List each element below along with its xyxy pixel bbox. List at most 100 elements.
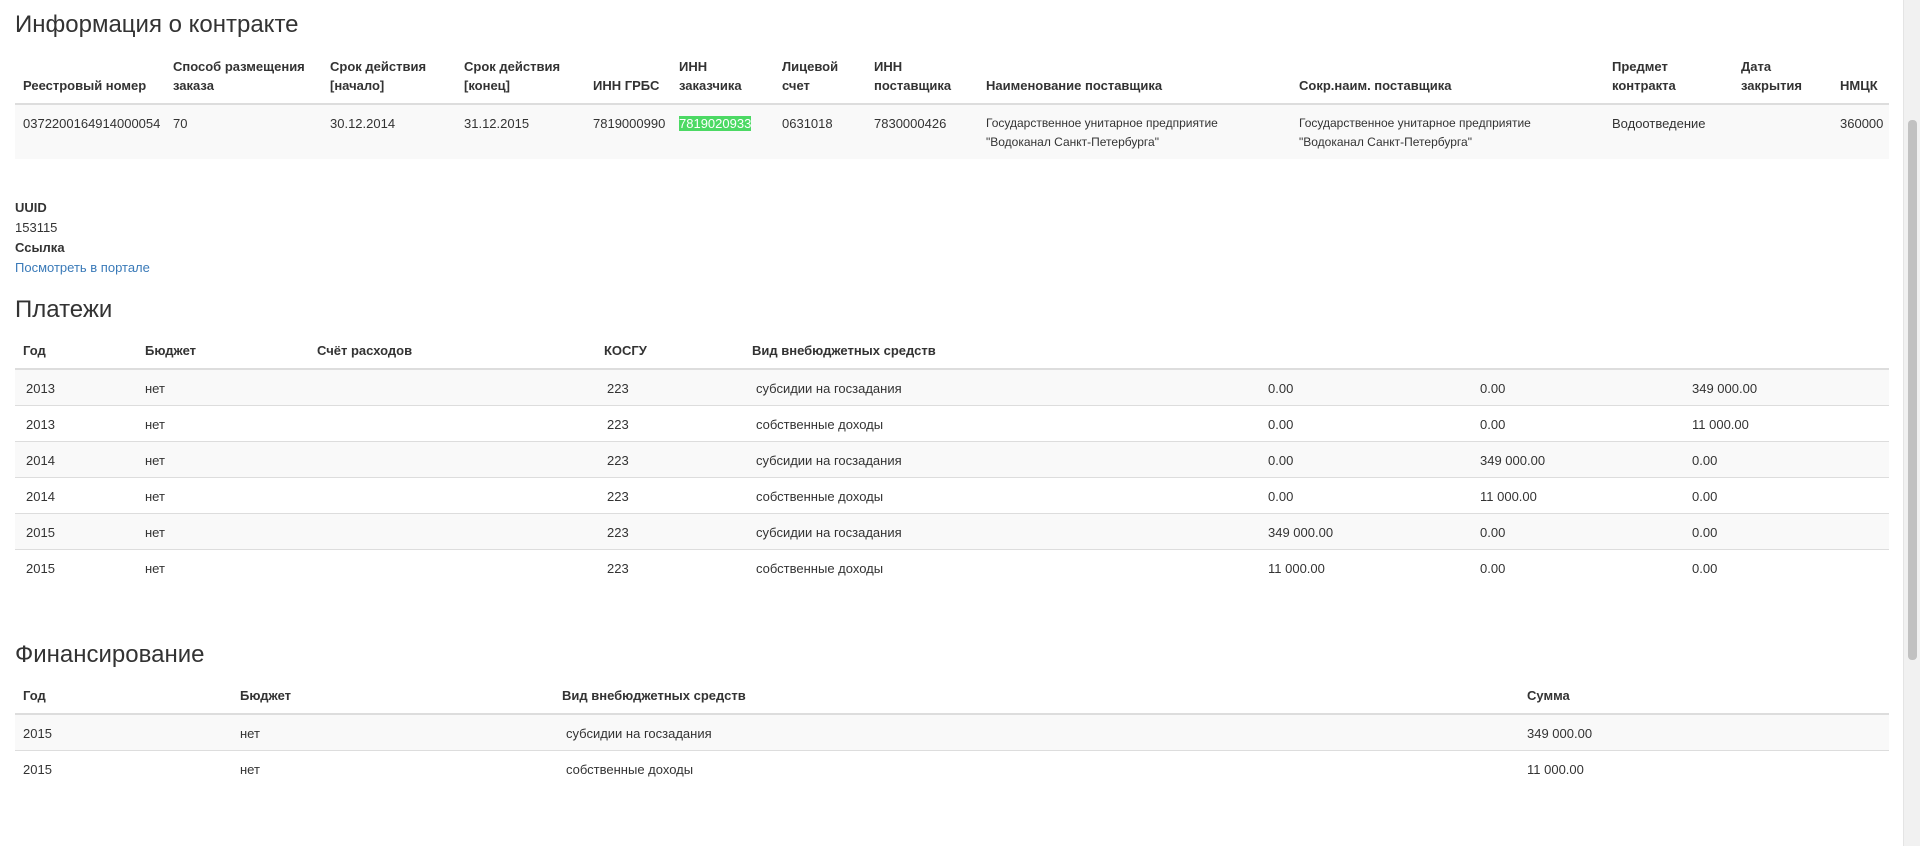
pay-account	[309, 369, 596, 406]
pay-year: 2013	[15, 369, 137, 406]
pay-account	[309, 549, 596, 585]
pay-year: 2014	[15, 441, 137, 478]
pay-year: 2015	[15, 549, 137, 585]
pay-val-b: 0.00	[1472, 549, 1684, 585]
method: 70	[165, 104, 322, 159]
pay-budget: нет	[137, 477, 309, 514]
inn-customer-cell: 7819020933	[671, 104, 774, 159]
col-inn-customer: ИНН заказчика	[671, 53, 774, 105]
link-label: Ссылка	[15, 240, 65, 255]
col-account: Лицевой счет	[774, 53, 866, 105]
col-inn-grbs: ИНН ГРБС	[585, 53, 671, 105]
pay-fund-type: собственные доходы	[744, 549, 1260, 585]
pay-kosgu: 223	[596, 441, 744, 478]
table-row: 2015 нет 223 собственные доходы 11 000.0…	[15, 549, 1889, 585]
pay-account	[309, 441, 596, 478]
pay-val-c: 0.00	[1684, 441, 1889, 478]
fin-fund-type: субсидии на госзадания	[554, 714, 1519, 751]
payments-header-row: Год Бюджет Счёт расходов КОСГУ Вид внебю…	[15, 341, 1889, 370]
pay-budget: нет	[137, 549, 309, 585]
payments-table: Год Бюджет Счёт расходов КОСГУ Вид внебю…	[15, 341, 1889, 585]
pay-col-account: Счёт расходов	[309, 341, 596, 370]
col-reg-number: Реестровый номер	[15, 53, 165, 105]
pay-account	[309, 477, 596, 514]
pay-val-c: 0.00	[1684, 549, 1889, 585]
col-inn-supplier: ИНН поставщика	[866, 53, 978, 105]
table-row: 2014 нет 223 субсидии на госзадания 0.00…	[15, 441, 1889, 478]
col-supplier-name: Наименование поставщика	[978, 53, 1291, 105]
col-start: Срок действия [начало]	[322, 53, 456, 105]
pay-account	[309, 405, 596, 442]
fin-fund-type: собственные доходы	[554, 750, 1519, 786]
pay-col-fund-type: Вид внебюджетных средств	[744, 341, 1260, 370]
pay-col-year: Год	[15, 341, 137, 370]
pay-fund-type: субсидии на госзадания	[744, 369, 1260, 406]
pay-val-a: 11 000.00	[1260, 549, 1472, 585]
pay-kosgu: 223	[596, 477, 744, 514]
pay-kosgu: 223	[596, 405, 744, 442]
table-row: 2015 нет субсидии на госзадания 349 000.…	[15, 714, 1889, 751]
table-row: 2015 нет собственные доходы 11 000.00	[15, 750, 1889, 786]
uuid-label: UUID	[15, 200, 47, 215]
pay-fund-type: субсидии на госзадания	[744, 513, 1260, 550]
table-row: 2013 нет 223 собственные доходы 0.00 0.0…	[15, 405, 1889, 442]
contract-title: Информация о контракте	[15, 11, 299, 38]
scrollbar-thumb[interactable]	[1908, 120, 1917, 660]
fin-sum: 11 000.00	[1519, 750, 1889, 786]
payments-title: Платежи	[15, 296, 113, 323]
pay-val-b: 349 000.00	[1472, 441, 1684, 478]
pay-budget: нет	[137, 513, 309, 550]
pay-val-a: 0.00	[1260, 369, 1472, 406]
pay-budget: нет	[137, 405, 309, 442]
subject: Водоотведение	[1604, 104, 1733, 159]
fin-budget: нет	[232, 714, 554, 751]
col-close-date: Дата закрытия	[1733, 53, 1832, 105]
pay-val-c: 11 000.00	[1684, 405, 1889, 442]
end-date: 31.12.2015	[456, 104, 585, 159]
pay-val-b: 11 000.00	[1472, 477, 1684, 514]
pay-fund-type: собственные доходы	[744, 477, 1260, 514]
contract-table: Реестровый номер Способ размещения заказ…	[15, 53, 1889, 159]
inn-grbs: 7819000990	[585, 104, 671, 159]
financing-title: Финансирование	[15, 641, 205, 668]
portal-link[interactable]: Посмотреть в портале	[15, 260, 150, 275]
col-end: Срок действия [конец]	[456, 53, 585, 105]
pay-val-a: 0.00	[1260, 477, 1472, 514]
col-subject: Предмет контракта	[1604, 53, 1733, 105]
close-date	[1733, 104, 1832, 159]
pay-val-b: 0.00	[1472, 405, 1684, 442]
col-nmck: НМЦК	[1832, 53, 1889, 105]
fin-col-year: Год	[15, 686, 232, 715]
account: 0631018	[774, 104, 866, 159]
fin-col-sum: Сумма	[1519, 686, 1889, 715]
pay-val-c: 0.00	[1684, 513, 1889, 550]
fin-year: 2015	[15, 750, 232, 786]
vertical-scrollbar[interactable]	[1903, 0, 1920, 846]
pay-fund-type: собственные доходы	[744, 405, 1260, 442]
fin-sum: 349 000.00	[1519, 714, 1889, 751]
col-supplier-short: Сокр.наим. поставщика	[1291, 53, 1604, 105]
table-row: 2013 нет 223 субсидии на госзадания 0.00…	[15, 369, 1889, 406]
pay-col-7	[1472, 341, 1684, 370]
fin-year: 2015	[15, 714, 232, 751]
col-method: Способ размещения заказа	[165, 53, 322, 105]
fin-col-budget: Бюджет	[232, 686, 554, 715]
pay-val-b: 0.00	[1472, 369, 1684, 406]
supplier-name: Государственное унитарное предприятие "В…	[978, 104, 1291, 159]
pay-budget: нет	[137, 441, 309, 478]
pay-year: 2015	[15, 513, 137, 550]
meta-block: UUID 153115 Ссылка Посмотреть в портале	[15, 198, 150, 278]
inn-supplier: 7830000426	[866, 104, 978, 159]
pay-val-c: 0.00	[1684, 477, 1889, 514]
inn-customer-selected[interactable]: 7819020933	[679, 116, 752, 131]
pay-account	[309, 513, 596, 550]
pay-val-a: 349 000.00	[1260, 513, 1472, 550]
pay-col-6	[1260, 341, 1472, 370]
pay-col-kosgu: КОСГУ	[596, 341, 744, 370]
pay-year: 2014	[15, 477, 137, 514]
pay-year: 2013	[15, 405, 137, 442]
pay-kosgu: 223	[596, 549, 744, 585]
contract-row: 0372200164914000054 70 30.12.2014 31.12.…	[15, 104, 1889, 159]
pay-col-budget: Бюджет	[137, 341, 309, 370]
pay-col-8	[1684, 341, 1889, 370]
